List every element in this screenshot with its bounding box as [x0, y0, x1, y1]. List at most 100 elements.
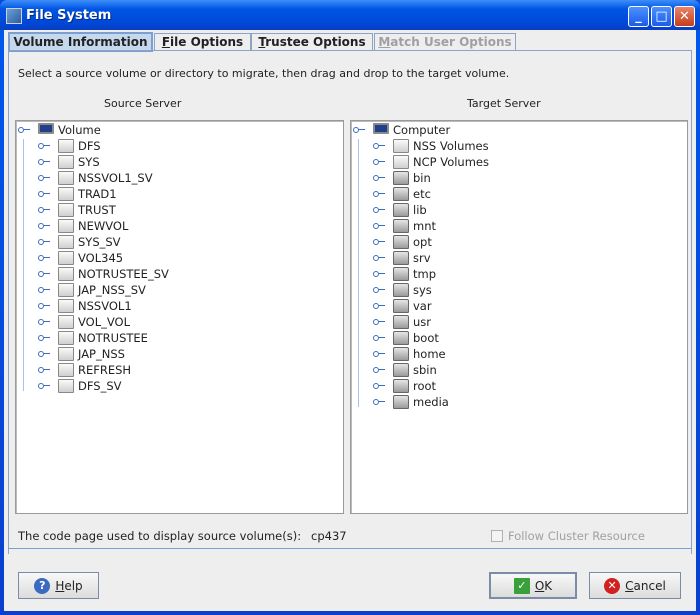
- expand-handle-icon[interactable]: [373, 207, 385, 213]
- expand-handle-icon[interactable]: [373, 367, 385, 373]
- drive-icon: [58, 187, 74, 201]
- folder-icon: [393, 347, 409, 361]
- ok-button[interactable]: ✓ OK: [489, 572, 577, 599]
- tree-node-label: JAP_NSS_SV: [78, 283, 146, 297]
- expand-handle-icon[interactable]: [38, 287, 50, 293]
- folder-icon: [393, 267, 409, 281]
- cancel-button[interactable]: ✕ Cancel: [589, 572, 681, 599]
- expand-handle-icon[interactable]: [38, 143, 50, 149]
- folder-icon: [393, 379, 409, 393]
- expand-handle-icon[interactable]: [373, 287, 385, 293]
- expand-handle-icon[interactable]: [38, 255, 50, 261]
- tab-label: ile Options: [170, 35, 244, 49]
- expand-handle-icon[interactable]: [373, 335, 385, 341]
- expand-handle-icon[interactable]: [373, 351, 385, 357]
- dialog-body: Volume Information File Options Trustee …: [4, 30, 696, 611]
- drive-icon: [58, 315, 74, 329]
- expand-handle-icon[interactable]: [373, 223, 385, 229]
- folder-icon: [393, 171, 409, 185]
- expand-handle-icon[interactable]: [373, 159, 385, 165]
- drive-icon: [58, 155, 74, 169]
- tree-node-label: sys: [413, 283, 432, 297]
- drive-icon: [58, 235, 74, 249]
- tree-node-label: bin: [413, 171, 431, 185]
- tree-node-label: sbin: [413, 363, 437, 377]
- tab-match-user-options[interactable]: Match User Options: [374, 33, 516, 51]
- close-button[interactable]: ✕: [674, 6, 695, 27]
- expand-handle-icon[interactable]: [38, 335, 50, 341]
- code-page-label: The code page used to display source vol…: [18, 529, 302, 543]
- expand-handle-icon[interactable]: [18, 127, 30, 133]
- tab-mnemonic: F: [161, 35, 171, 49]
- expand-handle-icon[interactable]: [38, 207, 50, 213]
- folder-icon: [393, 219, 409, 233]
- file-system-window: File System _ □ ✕ Volume Information Fil…: [0, 0, 700, 615]
- expand-handle-icon[interactable]: [373, 319, 385, 325]
- expand-handle-icon[interactable]: [38, 303, 50, 309]
- drive-icon: [393, 155, 409, 169]
- expand-handle-icon[interactable]: [38, 159, 50, 165]
- expand-handle-icon[interactable]: [38, 271, 50, 277]
- folder-icon: [393, 203, 409, 217]
- expand-handle-icon[interactable]: [38, 191, 50, 197]
- instruction-text: Select a source volume or directory to m…: [18, 67, 510, 80]
- tree-line: [23, 139, 24, 391]
- expand-handle-icon[interactable]: [373, 143, 385, 149]
- title-bar[interactable]: File System _ □ ✕: [0, 0, 700, 30]
- tree-node-label: NSSVOL1: [78, 299, 132, 313]
- folder-icon: [393, 299, 409, 313]
- drive-icon: [58, 363, 74, 377]
- expand-handle-icon[interactable]: [373, 191, 385, 197]
- help-button[interactable]: ? Help: [18, 572, 99, 599]
- folder-icon: [393, 315, 409, 329]
- expand-handle-icon[interactable]: [373, 239, 385, 245]
- folder-icon: [393, 331, 409, 345]
- expand-handle-icon[interactable]: [353, 127, 365, 133]
- folder-icon: [393, 251, 409, 265]
- tree-node-label: boot: [413, 331, 439, 345]
- tab-trustee-options[interactable]: Trustee Options: [251, 33, 373, 51]
- drive-icon: [58, 171, 74, 185]
- expand-handle-icon[interactable]: [373, 303, 385, 309]
- tree-node-label: DFS: [78, 139, 101, 153]
- expand-handle-icon[interactable]: [38, 239, 50, 245]
- ok-label: OK: [534, 578, 553, 593]
- tree-node-label: SYS: [78, 155, 100, 169]
- drive-icon: [58, 331, 74, 345]
- expand-handle-icon[interactable]: [38, 319, 50, 325]
- folder-icon: [393, 187, 409, 201]
- tab-file-options[interactable]: File Options: [154, 33, 251, 51]
- follow-cluster-checkbox[interactable]: [491, 530, 503, 542]
- maximize-button[interactable]: □: [651, 6, 672, 27]
- tree-node-label: TRAD1: [78, 187, 117, 201]
- drive-icon: [58, 283, 74, 297]
- source-tree[interactable]: Volume DFS SYS NSSVOL1_SV TRAD1 TRUST NEWVOL SY…: [15, 120, 344, 514]
- drive-icon: [58, 219, 74, 233]
- separator: [8, 548, 692, 549]
- tree-node-label: NEWVOL: [78, 219, 129, 233]
- drive-icon: [393, 139, 409, 153]
- tree-node-label: home: [413, 347, 446, 361]
- tree-node-label: JAP_NSS: [78, 347, 125, 361]
- source-server-header: Source Server: [104, 97, 182, 110]
- minimize-button[interactable]: _: [628, 6, 649, 27]
- folder-icon: [393, 283, 409, 297]
- expand-handle-icon[interactable]: [373, 271, 385, 277]
- expand-handle-icon[interactable]: [38, 383, 50, 389]
- expand-handle-icon[interactable]: [373, 175, 385, 181]
- target-tree[interactable]: Computer NSS Volumes NCP Volumes bin etc lib m…: [350, 120, 688, 514]
- expand-handle-icon[interactable]: [373, 383, 385, 389]
- tree-node-label: media: [413, 395, 449, 409]
- tab-label: atch User Options: [390, 35, 512, 49]
- expand-handle-icon[interactable]: [373, 399, 385, 405]
- checkmark-icon: ✓: [513, 577, 530, 594]
- expand-handle-icon[interactable]: [38, 223, 50, 229]
- expand-handle-icon[interactable]: [38, 175, 50, 181]
- tab-volume-information[interactable]: Volume Information: [8, 32, 153, 52]
- tree-node-label: NOTRUSTEE_SV: [78, 267, 169, 281]
- expand-handle-icon[interactable]: [38, 367, 50, 373]
- computer-icon: [38, 123, 54, 134]
- app-icon: [6, 8, 22, 24]
- expand-handle-icon[interactable]: [373, 255, 385, 261]
- expand-handle-icon[interactable]: [38, 351, 50, 357]
